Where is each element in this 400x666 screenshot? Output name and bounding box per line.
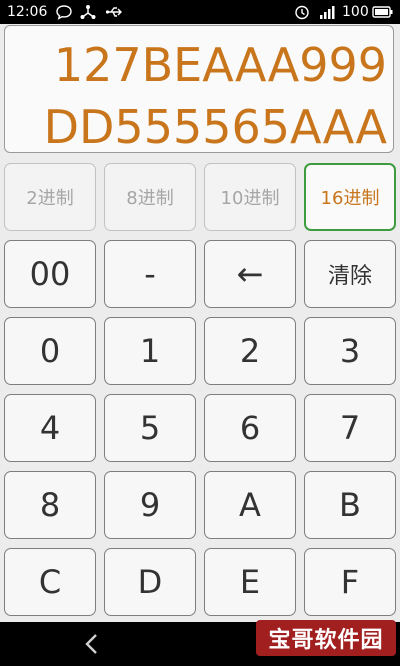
key-clear[interactable]: 清除	[304, 240, 396, 308]
key-9[interactable]: 9	[104, 471, 196, 539]
battery-icon	[372, 6, 393, 18]
key-a[interactable]: A	[204, 471, 296, 539]
tab-octal[interactable]: 8进制	[104, 163, 196, 231]
signal-icon	[320, 6, 335, 19]
back-chevron-icon[interactable]	[82, 633, 102, 655]
key-d[interactable]: D	[104, 548, 196, 616]
key-backspace[interactable]: ←	[204, 240, 296, 308]
status-time: 12:06	[7, 4, 48, 20]
display-line-1: 127BEAAA999	[53, 38, 387, 92]
key-2[interactable]: 2	[204, 317, 296, 385]
result-display: 127BEAAA999 DD555565AAA	[4, 25, 394, 153]
key-e[interactable]: E	[204, 548, 296, 616]
key-c[interactable]: C	[4, 548, 96, 616]
alarm-icon	[295, 5, 309, 20]
tab-hexadecimal[interactable]: 16进制	[304, 163, 396, 231]
key-b[interactable]: B	[304, 471, 396, 539]
watermark-text: 宝哥软件园	[268, 628, 384, 653]
watermark-logo: 宝哥软件园	[256, 620, 396, 656]
usb-icon	[105, 7, 122, 17]
key-5[interactable]: 5	[104, 394, 196, 462]
status-bar: 12:06 100	[0, 0, 400, 24]
battery-level: 100	[342, 4, 369, 20]
key-minus[interactable]: -	[104, 240, 196, 308]
display-line-2: DD555565AAA	[43, 100, 387, 153]
share-icon	[80, 5, 96, 19]
key-7[interactable]: 7	[304, 394, 396, 462]
key-3[interactable]: 3	[304, 317, 396, 385]
key-0[interactable]: 0	[4, 317, 96, 385]
key-f[interactable]: F	[304, 548, 396, 616]
key-1[interactable]: 1	[104, 317, 196, 385]
key-double-zero[interactable]: 00	[4, 240, 96, 308]
key-8[interactable]: 8	[4, 471, 96, 539]
tab-decimal[interactable]: 10进制	[204, 163, 296, 231]
key-6[interactable]: 6	[204, 394, 296, 462]
key-4[interactable]: 4	[4, 394, 96, 462]
tab-binary[interactable]: 2进制	[4, 163, 96, 231]
chat-bubble-icon	[56, 5, 72, 20]
